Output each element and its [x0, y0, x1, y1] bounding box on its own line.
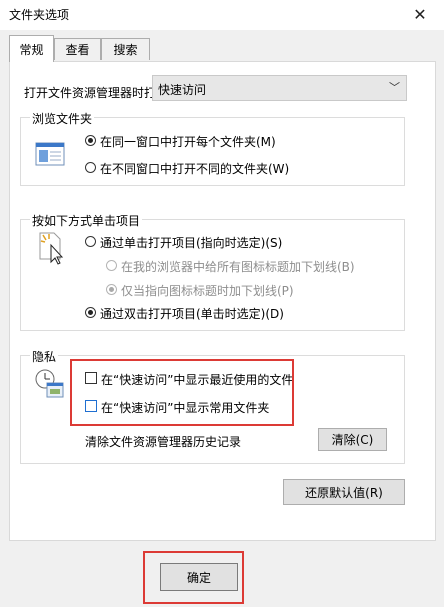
- underline-all-label: 在我的浏览器中给所有图标标题加下划线(B): [121, 260, 355, 274]
- clear-history-label: 清除文件资源管理器历史记录: [85, 435, 242, 449]
- ok-button-label: 确定: [186, 570, 211, 585]
- tab-view-label: 查看: [65, 43, 90, 57]
- window-title: 文件夹选项: [9, 8, 70, 22]
- clear-button[interactable]: 清除(C): [318, 428, 387, 451]
- open-in-label: 打开文件资源管理器时打: [24, 86, 157, 100]
- underline-hover-label: 仅当指向图标标题时加下划线(P): [121, 284, 294, 298]
- double-click-radio[interactable]: [85, 307, 96, 318]
- double-click-label[interactable]: 通过双击打开项目(单击时选定)(D): [100, 305, 284, 322]
- underline-hover-radio: [106, 284, 117, 295]
- tab-view[interactable]: 查看: [54, 38, 101, 60]
- restore-defaults-button[interactable]: 还原默认值(R): [283, 479, 405, 505]
- restore-defaults-label: 还原默认值(R): [305, 485, 383, 500]
- underline-all-radio: [106, 260, 117, 271]
- cursor-click-icon: [39, 232, 64, 265]
- tab-general[interactable]: 常规: [9, 35, 54, 62]
- browse-same-window-radio[interactable]: [85, 135, 96, 146]
- open-in-value: 快速访问: [158, 83, 207, 97]
- single-click-label[interactable]: 通过单击打开项目(指向时选定)(S): [100, 234, 282, 251]
- browse-same-window-label[interactable]: 在同一窗口中打开每个文件夹(M): [100, 133, 276, 150]
- browse-new-window-radio[interactable]: [85, 162, 96, 173]
- clear-button-label: 清除(C): [331, 433, 374, 447]
- click-items-title: 按如下方式单击项目: [30, 212, 143, 229]
- browse-folders-title: 浏览文件夹: [30, 110, 95, 127]
- open-in-select[interactable]: 快速访问 ﹀: [152, 75, 407, 101]
- close-icon[interactable]: ✕: [402, 2, 438, 26]
- folder-window-icon: [35, 142, 65, 166]
- single-click-radio[interactable]: [85, 236, 96, 247]
- chevron-down-icon: ﹀: [389, 81, 400, 94]
- highlight-box-privacy: [70, 359, 294, 426]
- title-bar: 文件夹选项 ✕: [0, 0, 444, 30]
- browse-new-window-label[interactable]: 在不同窗口中打开不同的文件夹(W): [100, 160, 289, 177]
- ok-button[interactable]: 确定: [160, 563, 238, 591]
- tab-search[interactable]: 搜索: [101, 38, 150, 60]
- tab-general-label: 常规: [19, 42, 44, 57]
- tab-search-label: 搜索: [113, 43, 138, 57]
- privacy-clock-icon: [35, 369, 64, 398]
- privacy-title: 隐私: [30, 348, 59, 365]
